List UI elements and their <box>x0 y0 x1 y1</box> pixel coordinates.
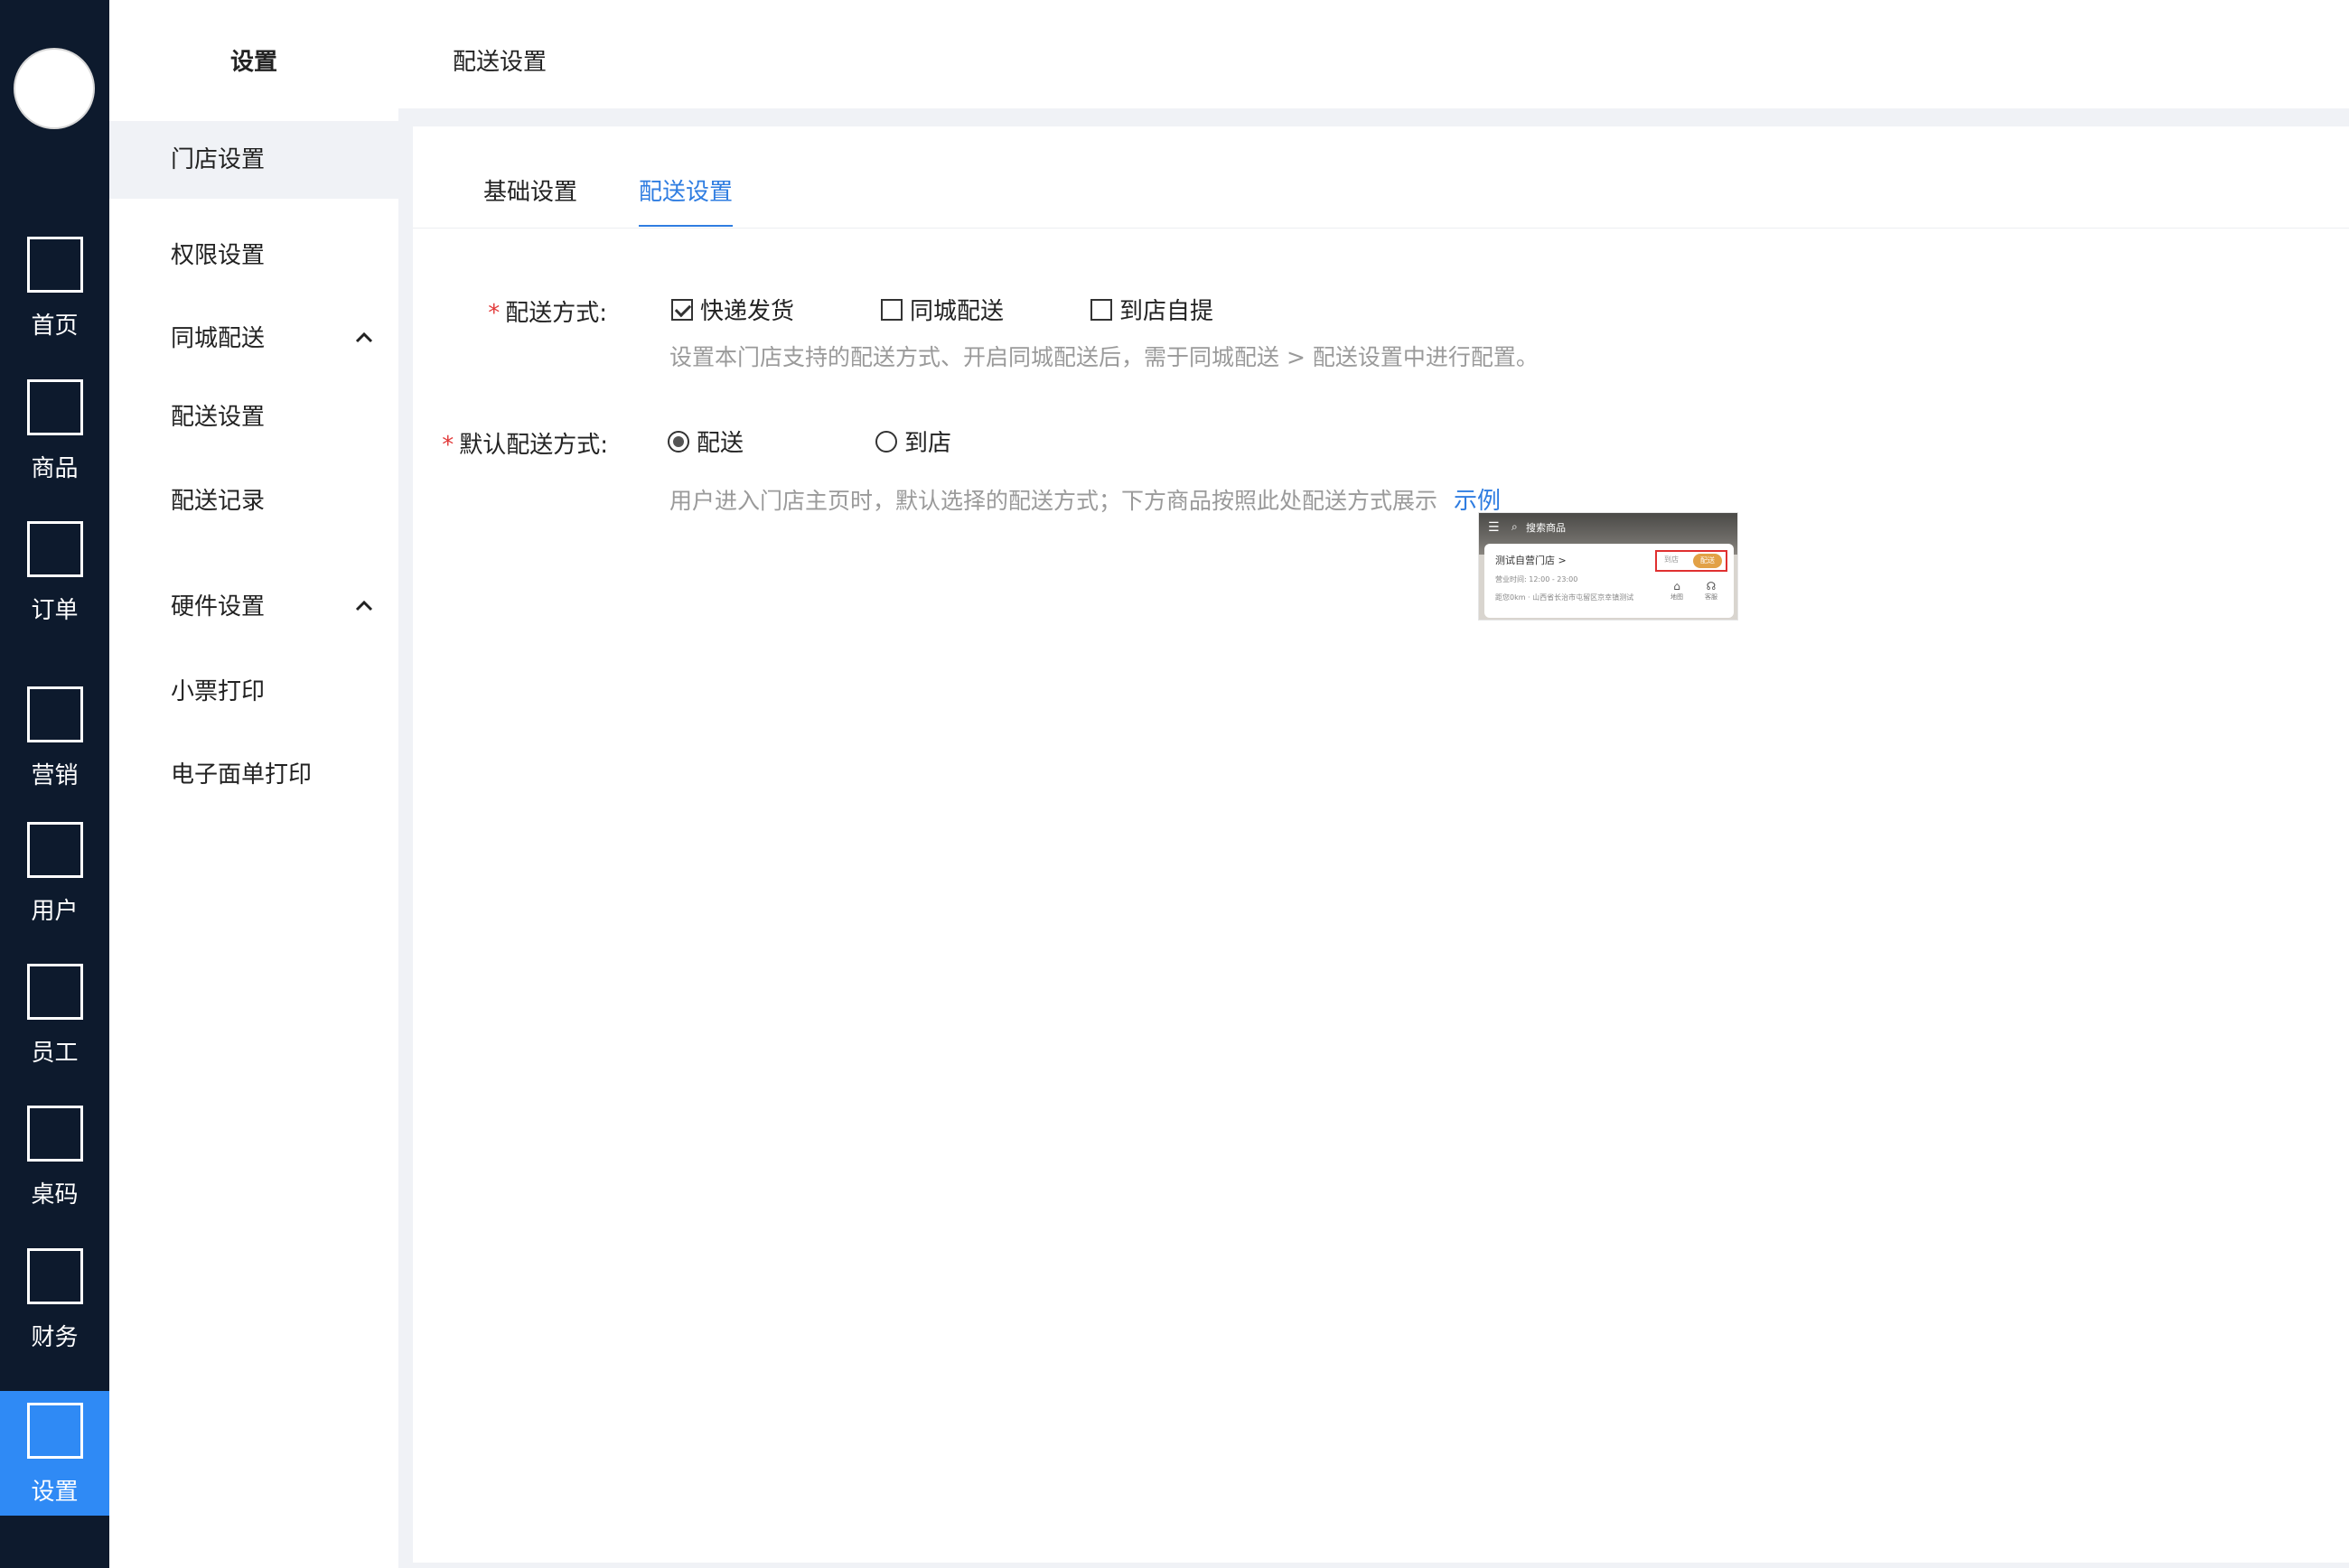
chevron-up-icon <box>355 600 373 611</box>
radio-selected-icon <box>668 430 689 453</box>
sidebar-item-store-settings[interactable]: 门店设置 <box>109 121 398 199</box>
sidebar-title: 设置 <box>229 49 277 76</box>
required-mark: * <box>488 300 501 327</box>
sidebar-item-delivery-records[interactable]: 配送记录 <box>109 462 398 540</box>
default-method-hint-text: 用户进入门店主页时，默认选择的配送方式；下方商品按照此处配送方式展示 <box>669 488 1438 514</box>
preview-icon-b-label: 客服 <box>1705 593 1717 601</box>
settings-icon <box>26 1403 83 1459</box>
radio-in-store-label: 到店 <box>904 430 952 457</box>
nav-users[interactable]: 用户 <box>0 822 109 926</box>
sidebar-item-label: 权限设置 <box>171 242 266 269</box>
nav-marketing-label: 营销 <box>31 762 79 789</box>
nav-users-label: 用户 <box>31 898 79 925</box>
nav-orders[interactable]: 订单 <box>0 521 109 625</box>
radio-in-store[interactable]: 到店 <box>875 425 951 458</box>
table-code-icon <box>26 1106 83 1162</box>
preview-search-text: 搜索商品 <box>1526 522 1566 534</box>
radio-unselected-icon <box>875 430 897 453</box>
preview-icon-a-label: 地图 <box>1671 593 1683 601</box>
nav-goods-label: 商品 <box>31 455 79 482</box>
sidebar-item-label: 门店设置 <box>171 146 266 173</box>
sidebar-group-hardware[interactable]: 硬件设置 <box>109 568 398 646</box>
search-icon: ⌕ <box>1511 520 1518 533</box>
delivery-method-label: * 配送方式: <box>485 294 607 328</box>
checkbox-self-pickup[interactable]: 到店自提 <box>1090 293 1213 326</box>
sidebar-item-label: 电子面单打印 <box>171 761 313 789</box>
checkbox-checked-icon <box>671 298 693 321</box>
nav-marketing[interactable]: 营销 <box>0 686 109 790</box>
orders-icon <box>26 521 83 577</box>
nav-home-label: 首页 <box>31 313 79 340</box>
sidebar-item-delivery-settings[interactable]: 配送设置 <box>109 378 398 456</box>
staff-icon <box>26 964 83 1020</box>
tab-basic-settings[interactable]: 基础设置 <box>483 173 577 225</box>
sidebar-item-receipt-print[interactable]: 小票打印 <box>109 653 398 731</box>
preview-pill-right: 配送 <box>1693 554 1722 568</box>
goods-icon <box>26 379 83 435</box>
example-link[interactable]: 示例 <box>1454 488 1501 515</box>
tab-bar: 基础设置 配送设置 <box>413 126 2349 229</box>
headset-icon: ☊ 客服 <box>1699 580 1723 602</box>
nav-orders-label: 订单 <box>31 597 79 624</box>
avatar[interactable] <box>14 48 95 129</box>
delivery-method-hint: 设置本门店支持的配送方式、开启同城配送后，需于同城配送 > 配送设置中进行配置。 <box>669 344 1539 370</box>
sidebar-item-label: 硬件设置 <box>171 593 266 621</box>
sidebar-item-e-waybill-print[interactable]: 电子面单打印 <box>109 736 398 814</box>
required-mark: * <box>442 432 454 459</box>
home-icon <box>26 237 83 293</box>
checkbox-express-label: 快递发货 <box>700 298 795 325</box>
default-method-hint: 用户进入门店主页时，默认选择的配送方式；下方商品按照此处配送方式展示 示例 <box>669 482 1501 516</box>
preview-pill-left: 到店 <box>1664 555 1679 564</box>
sidebar-item-label: 配送记录 <box>171 488 266 515</box>
nav-goods[interactable]: 商品 <box>0 379 109 483</box>
sidebar-item-label: 同城配送 <box>171 325 266 352</box>
settings-sidebar: 设置 门店设置 权限设置 同城配送 配送设置 配送记录 硬件设置 小票打印 电子… <box>109 0 398 1568</box>
nav-settings[interactable]: 设置 <box>0 1403 109 1507</box>
nav-home[interactable]: 首页 <box>0 237 109 341</box>
page-title: 配送设置 <box>453 49 547 76</box>
menu-icon: ☰ <box>1488 520 1500 535</box>
map-icon: ⌂ 地图 <box>1665 580 1689 602</box>
radio-delivery-label: 配送 <box>697 430 744 457</box>
checkbox-local-delivery[interactable]: 同城配送 <box>881 293 1004 326</box>
checkbox-express[interactable]: 快递发货 <box>671 293 794 326</box>
delivery-method-label-text: 配送方式: <box>505 300 607 327</box>
preview-hours: 营业时间: 12:00 - 23:00 <box>1495 575 1578 583</box>
nav-table-code[interactable]: 桌码 <box>0 1106 109 1209</box>
default-method-label: * 默认配送方式: <box>435 426 608 460</box>
tab-delivery-settings[interactable]: 配送设置 <box>639 173 734 227</box>
nav-finance-label: 财务 <box>31 1324 79 1351</box>
checkbox-unchecked-icon <box>881 298 903 321</box>
nav-settings-label: 设置 <box>31 1479 79 1506</box>
checkbox-local-delivery-label: 同城配送 <box>910 298 1005 325</box>
radio-delivery[interactable]: 配送 <box>668 425 744 458</box>
default-method-label-text: 默认配送方式: <box>459 432 608 459</box>
preview-address: 距您0km · 山西省长治市屯留区京幸镇测试 <box>1495 593 1634 602</box>
nav-finance[interactable]: 财务 <box>0 1248 109 1352</box>
marketing-icon <box>26 686 83 742</box>
preview-mode-toggle: 到店 配送 <box>1655 550 1727 572</box>
example-preview-image: ☰ ⌕ 搜索商品 测试自营门店 > 营业时间: 12:00 - 23:00 距您… <box>1478 512 1738 621</box>
chevron-up-icon <box>355 331 373 343</box>
main-panel: 基础设置 配送设置 * 配送方式: 快递发货 同城配送 到店自提 设置本门店支持的… <box>413 126 2349 1563</box>
checkbox-unchecked-icon <box>1090 298 1112 321</box>
nav-staff-label: 员工 <box>31 1040 79 1067</box>
users-icon <box>26 822 83 878</box>
preview-store-card: 测试自营门店 > 营业时间: 12:00 - 23:00 距您0km · 山西省… <box>1484 544 1734 618</box>
nav-table-code-label: 桌码 <box>31 1181 79 1209</box>
sidebar-item-label: 小票打印 <box>171 678 266 705</box>
preview-store-name: 测试自营门店 > <box>1495 555 1567 566</box>
sidebar-group-local-delivery[interactable]: 同城配送 <box>109 300 398 378</box>
main-nav-rail: 首页 商品 订单 营销 用户 员工 桌码 财务 设置 <box>0 0 109 1568</box>
checkbox-self-pickup-label: 到店自提 <box>1119 298 1214 325</box>
finance-icon <box>26 1248 83 1304</box>
sidebar-item-permissions[interactable]: 权限设置 <box>109 217 398 294</box>
sidebar-item-label: 配送设置 <box>171 404 266 431</box>
nav-staff[interactable]: 员工 <box>0 964 109 1068</box>
